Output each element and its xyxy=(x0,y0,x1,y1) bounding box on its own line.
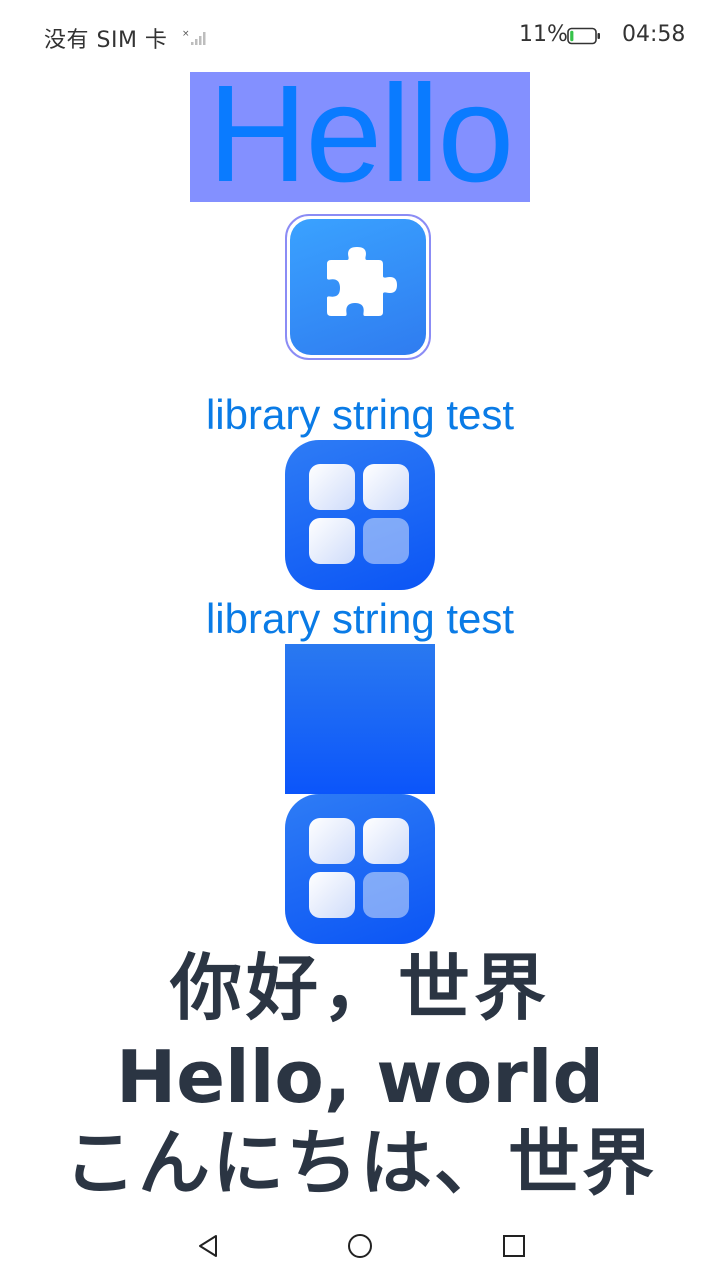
apps-grid-image xyxy=(285,440,435,590)
library-string-text-2: library string test xyxy=(205,595,515,642)
library-string-text: library string test xyxy=(205,391,515,438)
clock: 04:58 xyxy=(622,22,686,47)
apps-grid-icon xyxy=(309,464,409,564)
greeting-english: Hello, world xyxy=(115,1035,605,1119)
greeting-chinese: 你好，世界 xyxy=(169,946,550,1030)
svg-text:×: × xyxy=(182,29,190,39)
battery-percent: 11% xyxy=(519,22,568,47)
puzzle-image-focused[interactable] xyxy=(285,214,431,360)
status-bar: 没有 SIM 卡 × 11% 04:58 xyxy=(0,0,720,72)
signal-none-icon: × xyxy=(182,29,206,45)
navigation-bar xyxy=(0,1212,720,1280)
greeting-japanese: こんにちは、世界 xyxy=(63,1121,656,1205)
apps-grid-image-2 xyxy=(285,794,435,944)
battery-low-icon xyxy=(567,27,600,45)
apps-grid-icon xyxy=(309,818,409,918)
puzzle-tile xyxy=(290,219,426,355)
home-circle-icon[interactable] xyxy=(344,1230,376,1262)
hello-text: Hello xyxy=(207,72,514,202)
puzzle-icon xyxy=(327,247,397,316)
recent-square-icon[interactable] xyxy=(498,1230,530,1262)
back-triangle-icon[interactable] xyxy=(192,1230,224,1262)
hello-banner: Hello xyxy=(190,72,530,202)
carrier-label: 没有 SIM 卡 xyxy=(44,28,168,53)
gradient-square-image xyxy=(285,644,435,794)
